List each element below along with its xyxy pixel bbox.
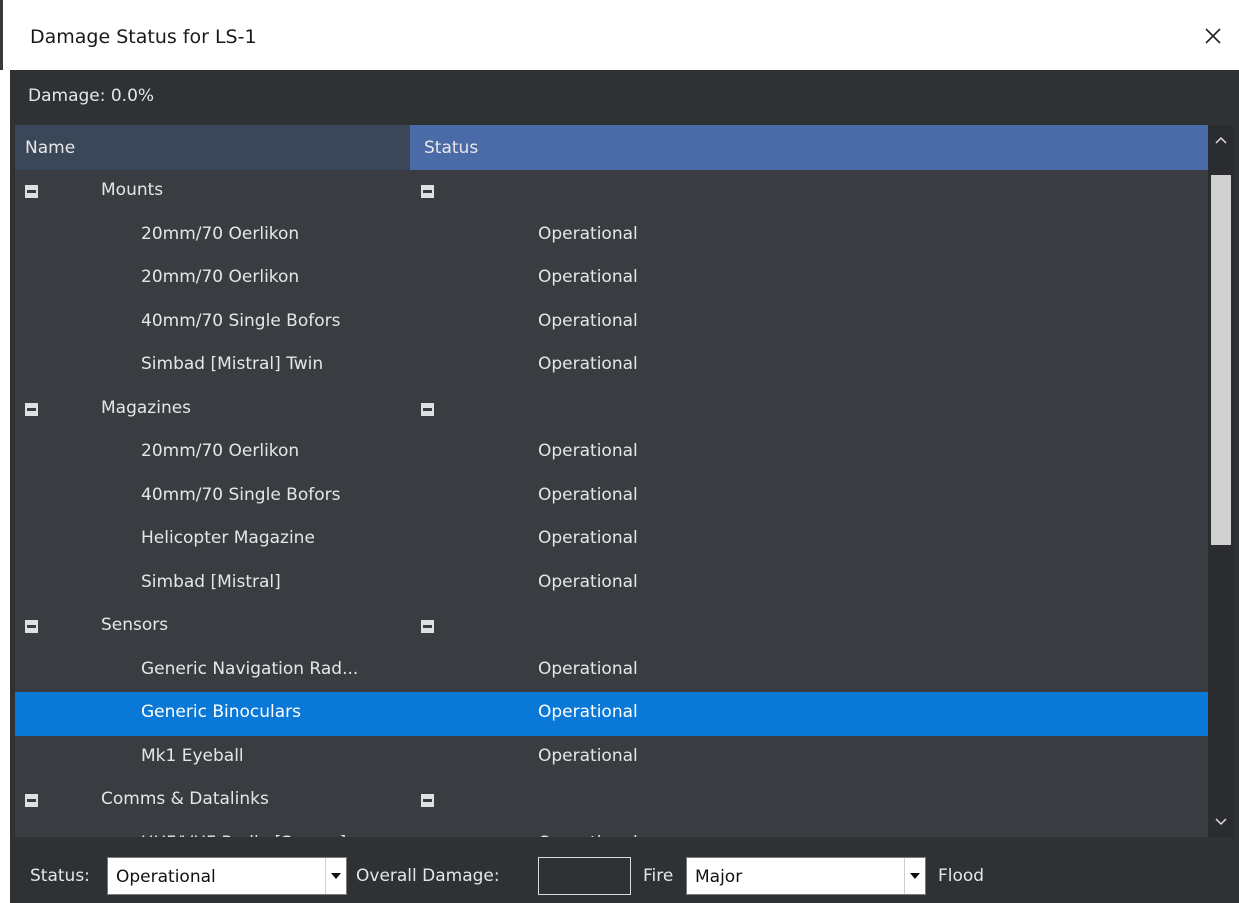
dialog-body: Damage: 0.0% Name Status Mounts 20mm/70 O… <box>10 70 1239 903</box>
collapse-icon[interactable] <box>25 794 38 807</box>
item-status: Operational <box>538 484 638 505</box>
chevron-down-icon <box>1215 818 1227 826</box>
fire-label: Fire <box>643 866 674 886</box>
item-name: Mk1 Eyeball <box>141 745 244 766</box>
tree-group-row[interactable]: Comms & Datalinks <box>15 779 1208 823</box>
item-name: Simbad [Mistral] <box>141 571 281 592</box>
collapse-icon[interactable] <box>25 402 38 416</box>
chevron-up-icon <box>1215 136 1227 144</box>
collapse-icon[interactable] <box>421 794 434 807</box>
item-name: Simbad [Mistral] Twin <box>141 354 324 374</box>
vertical-scrollbar[interactable] <box>1208 125 1234 837</box>
close-button[interactable] <box>1197 20 1229 52</box>
dropdown-arrow-icon <box>910 873 920 879</box>
title-bar: Damage Status for LS-1 <box>10 0 1239 70</box>
item-status: Operational <box>538 310 638 331</box>
tree-item-row[interactable]: 20mm/70 Oerlikon Operational <box>15 214 1208 258</box>
item-name: Generic Binoculars <box>141 702 301 722</box>
tree-group-row[interactable]: Mounts <box>15 170 1208 214</box>
group-name: Comms & Datalinks <box>101 789 269 809</box>
item-name: 20mm/70 Oerlikon <box>141 223 300 244</box>
collapse-icon[interactable] <box>421 185 434 198</box>
collapse-icon[interactable] <box>421 402 434 416</box>
window-left-edge <box>0 0 3 70</box>
item-status: Operational <box>538 223 638 244</box>
footer-bar: Status: Operational Overall Damage: Fire… <box>10 837 1239 903</box>
collapse-icon[interactable] <box>421 620 434 633</box>
item-name: Helicopter Magazine <box>141 528 315 548</box>
tree-group-row[interactable]: Magazines <box>15 388 1208 432</box>
damage-percentage-label: Damage: 0.0% <box>28 86 155 106</box>
item-status: Operational <box>538 571 638 592</box>
tree-item-row[interactable]: Mk1 Eyeball Operational <box>15 736 1208 780</box>
tree-item-row[interactable]: UHF/VHF Radio [Secure]Operational <box>15 823 1208 838</box>
status-label: Status: <box>30 866 90 886</box>
item-status: Operational <box>538 528 638 548</box>
item-name: 20mm/70 Oerlikon <box>141 267 300 287</box>
tree-item-row[interactable]: 20mm/70 Oerlikon Operational <box>15 257 1208 301</box>
fire-dropdown[interactable]: Major <box>686 857 926 895</box>
collapse-icon[interactable] <box>25 185 38 198</box>
item-status: Operational <box>538 441 638 461</box>
scroll-up-button[interactable] <box>1208 125 1234 155</box>
scrollbar-thumb[interactable] <box>1211 175 1231 545</box>
window-title: Damage Status for LS-1 <box>30 26 257 48</box>
status-dropdown-arrow[interactable] <box>325 858 346 894</box>
column-header-status[interactable]: Status <box>410 125 1208 170</box>
tree-item-row[interactable]: 40mm/70 Single Bofors Operational <box>15 475 1208 519</box>
damage-tree-grid[interactable]: Name Status Mounts 20mm/70 Oerlikon Operat… <box>15 125 1208 837</box>
flood-label: Flood <box>938 866 985 886</box>
tree-item-row[interactable]: Helicopter Magazine Operational <box>15 518 1208 562</box>
item-status: Operational <box>538 354 638 374</box>
item-status: Operational <box>538 267 638 287</box>
item-name: Generic Navigation Rad... <box>141 658 359 679</box>
overall-damage-label: Overall Damage: <box>356 866 500 886</box>
dropdown-arrow-icon <box>331 873 341 879</box>
grid-rows: Mounts 20mm/70 Oerlikon Operational 20mm/70… <box>15 170 1208 837</box>
item-name: 20mm/70 Oerlikon <box>141 441 300 461</box>
item-name: 40mm/70 Single Bofors <box>141 484 341 505</box>
tree-group-row[interactable]: Sensors <box>15 605 1208 649</box>
group-name: Magazines <box>101 397 192 418</box>
group-name: Mounts <box>101 180 164 200</box>
tree-item-row[interactable]: 20mm/70 Oerlikon Operational <box>15 431 1208 475</box>
tree-item-row[interactable]: Simbad [Mistral] Twin Operational <box>15 344 1208 388</box>
tree-item-row[interactable]: 40mm/70 Single Bofors Operational <box>15 301 1208 345</box>
item-status: Operational <box>538 745 638 766</box>
tree-item-row[interactable]: Simbad [Mistral] Operational <box>15 562 1208 606</box>
group-name: Sensors <box>101 615 169 635</box>
column-header-name[interactable]: Name <box>15 125 410 170</box>
fire-dropdown-arrow[interactable] <box>904 858 925 894</box>
item-status: Operational <box>538 702 638 722</box>
tree-item-row[interactable]: Generic Binoculars Operational <box>15 692 1208 736</box>
collapse-icon[interactable] <box>25 620 38 633</box>
status-dropdown-value: Operational <box>116 867 216 887</box>
tree-item-row[interactable]: Generic Navigation Rad... Operational <box>15 649 1208 693</box>
item-status: Operational <box>538 658 638 679</box>
scroll-down-button[interactable] <box>1208 807 1234 837</box>
status-dropdown[interactable]: Operational <box>107 857 347 895</box>
fire-dropdown-value: Major <box>695 867 743 887</box>
close-icon <box>1205 28 1221 44</box>
item-name: 40mm/70 Single Bofors <box>141 310 341 331</box>
overall-damage-input[interactable] <box>538 857 631 895</box>
